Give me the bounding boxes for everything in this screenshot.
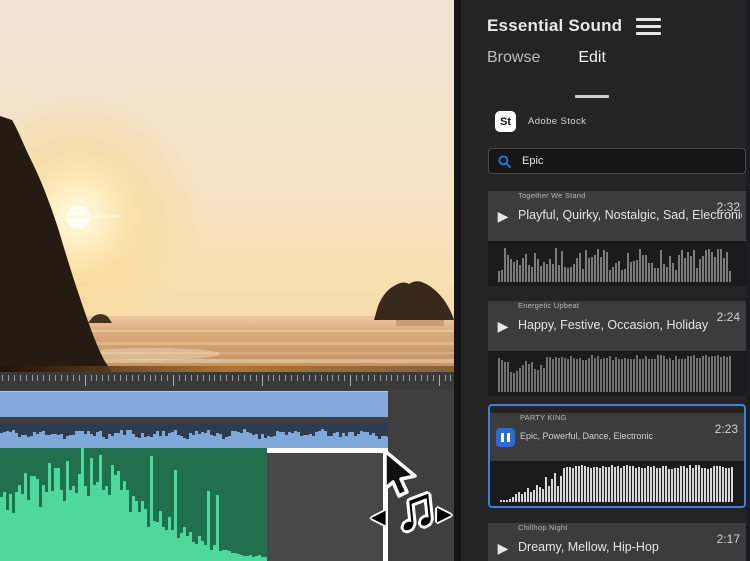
- essential-sound-panel: Essential Sound Browse Edit St Adobe Sto…: [461, 0, 750, 561]
- sound-card[interactable]: ▶ Chillhop Night Dreamy, Mellow, Hip-Hop…: [488, 516, 746, 561]
- panel-divider: [454, 0, 461, 561]
- track-duration: 2:23: [714, 422, 738, 436]
- track-waveform[interactable]: [490, 461, 744, 506]
- track-tags: Epic, Powerful, Dance, Electronic: [520, 431, 654, 441]
- adobe-stock-row: St Adobe Stock: [495, 111, 750, 132]
- track-title: Together We Stand: [518, 191, 586, 200]
- track-tags: Happy, Festive, Occasion, Holiday: [518, 318, 709, 332]
- play-button[interactable]: ▶: [488, 301, 518, 351]
- tab-bar: Browse Edit: [461, 36, 750, 98]
- right-gutter: [746, 0, 750, 561]
- pause-button[interactable]: ▶: [490, 413, 520, 461]
- search-box[interactable]: [488, 148, 746, 174]
- page-title: Essential Sound: [487, 16, 623, 35]
- track-duration: 2:32: [716, 200, 740, 214]
- track-tags: Playful, Quirky, Nostalgic, Sad, Electro…: [518, 208, 742, 222]
- play-button[interactable]: ▶: [488, 191, 518, 241]
- tab-browse[interactable]: Browse: [487, 49, 540, 84]
- track-waveform[interactable]: [488, 241, 746, 286]
- sound-card[interactable]: ▶ Energetic Upbeat Happy, Festive, Occas…: [488, 294, 746, 396]
- track-title: Energetic Upbeat: [518, 301, 580, 310]
- music-note-drag-icon: ♫: [390, 473, 441, 544]
- track-title: PARTY KING: [520, 413, 567, 422]
- timeline-ruler[interactable]: [0, 372, 460, 390]
- audio-waveform-a1: [0, 423, 388, 448]
- program-monitor: [0, 0, 460, 372]
- adobe-stock-badge-icon: St: [495, 111, 516, 132]
- search-icon: [498, 155, 511, 168]
- left-drag-arrow-icon: ◀: [371, 507, 386, 528]
- play-icon: ▶: [497, 317, 509, 334]
- sound-card[interactable]: ▶ PARTY KING Epic, Powerful, Dance, Elec…: [488, 404, 746, 508]
- adobe-stock-label: Adobe Stock: [528, 116, 587, 127]
- track-list: ▶ Together We Stand Playful, Quirky, Nos…: [488, 184, 746, 561]
- audio-waveform-a2: [0, 448, 267, 561]
- pause-icon: [495, 427, 515, 447]
- tab-edit[interactable]: Edit: [575, 49, 609, 98]
- track-tags: Dreamy, Mellow, Hip-Hop: [518, 540, 659, 554]
- track-waveform[interactable]: [488, 351, 746, 396]
- track-duration: 2:17: [716, 532, 740, 546]
- video-clip[interactable]: [0, 391, 388, 417]
- search-input[interactable]: [520, 154, 720, 168]
- play-button[interactable]: ▶: [488, 523, 518, 561]
- premiere-workspace: ♫ ◀ ▶ Essential Sound Browse Edit St Ado…: [0, 0, 750, 561]
- track-title: Chillhop Night: [518, 523, 568, 532]
- play-icon: ▶: [497, 539, 509, 556]
- right-drag-arrow-icon: ▶: [437, 504, 452, 525]
- panel-menu-icon[interactable]: [636, 17, 662, 35]
- track-duration: 2:24: [716, 310, 740, 324]
- sound-card[interactable]: ▶ Together We Stand Playful, Quirky, Nos…: [488, 184, 746, 286]
- drop-target-outline: [267, 448, 388, 561]
- play-icon: ▶: [497, 207, 509, 224]
- audio-clip-a1[interactable]: [0, 423, 388, 448]
- audio-clip-a2[interactable]: [0, 448, 267, 561]
